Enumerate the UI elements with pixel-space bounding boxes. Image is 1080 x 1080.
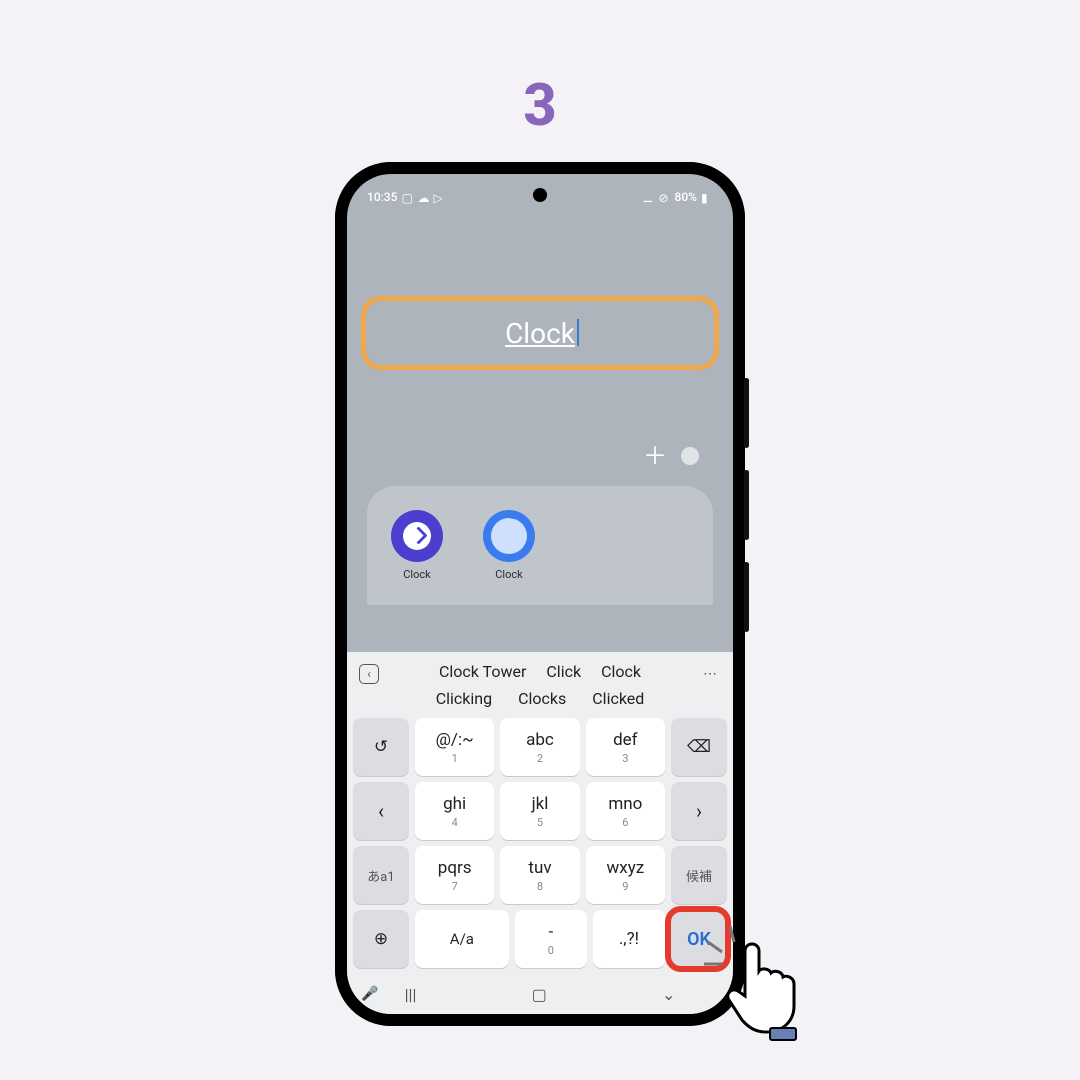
punct-key[interactable]: .,?! [593, 910, 665, 968]
text-caret [577, 319, 579, 346]
cursor-left-key[interactable]: ‹ [353, 782, 409, 840]
key-8[interactable]: tuv8 [500, 846, 579, 904]
dnd-icon: ⊘ [659, 191, 671, 203]
key-0[interactable]: -0 [515, 910, 587, 968]
status-time: 10:35 [367, 190, 397, 204]
key-5[interactable]: jkl5 [500, 782, 579, 840]
key-9[interactable]: wxyz9 [586, 846, 665, 904]
phone-screen: 10:35 ▢ ☁ ▷ ⚊ ⊘ 80% ▮ Clock ＋ [347, 174, 733, 1014]
app-label: Clock [495, 568, 522, 581]
clock-samsung-icon [391, 510, 443, 562]
tap-hand-icon [700, 920, 820, 1050]
suggestion[interactable]: Click [546, 662, 581, 681]
suggestion-more-icon[interactable]: ⋯ [703, 666, 719, 682]
key-3[interactable]: def3 [586, 718, 665, 776]
phone-frame: 10:35 ▢ ☁ ▷ ⚊ ⊘ 80% ▮ Clock ＋ [335, 162, 745, 1026]
image-icon: ▢ [401, 191, 413, 203]
cursor-right-key[interactable]: › [671, 782, 727, 840]
key-2[interactable]: abc2 [500, 718, 579, 776]
suggestion-back-icon[interactable]: ‹ [359, 664, 379, 684]
keyboard: ‹ Clock Tower Click Clock ⋯ Clicking Clo… [347, 652, 733, 1014]
key-grid: ↺ @/:~1 abc2 def3 ⌫ ‹ ghi4 jkl5 mno6 › あ… [347, 714, 733, 974]
folder-name-input[interactable]: Clock [505, 317, 575, 350]
battery-icon: ▮ [701, 191, 713, 203]
app-label: Clock [403, 568, 430, 581]
cloud-icon: ☁ [417, 191, 429, 203]
key-6[interactable]: mno6 [586, 782, 665, 840]
suggestion[interactable]: Clicking [436, 689, 492, 708]
clock-google-icon [483, 510, 535, 562]
suggestion[interactable]: Clocks [518, 689, 566, 708]
recents-icon[interactable]: ||| [405, 985, 417, 1004]
suggestion[interactable]: Clock [601, 662, 641, 681]
wifi-icon: ⚊ [643, 191, 655, 203]
folder-color-picker[interactable] [681, 447, 699, 465]
back-icon[interactable]: ⌄ [662, 985, 675, 1004]
battery-text: 80% [675, 190, 697, 204]
backspace-key[interactable]: ⌫ [671, 718, 727, 776]
globe-key[interactable]: ⊕ [353, 910, 409, 968]
suggestion[interactable]: Clicked [592, 689, 644, 708]
key-7[interactable]: pqrs7 [415, 846, 494, 904]
home-icon[interactable]: ▢ [532, 985, 547, 1004]
play-icon: ▷ [433, 191, 445, 203]
suggestion[interactable]: Clock Tower [439, 662, 526, 681]
key-1[interactable]: @/:~1 [415, 718, 494, 776]
camera-notch [533, 188, 547, 202]
app-item[interactable]: Clock [477, 510, 541, 581]
undo-key[interactable]: ↺ [353, 718, 409, 776]
android-navbar: 🎤 ||| ▢ ⌄ [347, 974, 733, 1014]
suggestion-bar: ‹ Clock Tower Click Clock ⋯ Clicking Clo… [347, 652, 733, 714]
app-item[interactable]: Clock [385, 510, 449, 581]
folder-name-highlight: Clock [361, 296, 719, 370]
candidate-key[interactable]: 候補 [671, 846, 727, 904]
folder-actions: ＋ [347, 444, 733, 468]
mode-key[interactable]: あa1 [353, 846, 409, 904]
folder-panel: Clock Clock [367, 486, 713, 605]
folder-name-area: Clock [347, 296, 733, 370]
case-key[interactable]: A/a [415, 910, 509, 968]
step-number: 3 [523, 72, 556, 140]
mic-icon[interactable]: 🎤 [361, 986, 378, 1002]
key-4[interactable]: ghi4 [415, 782, 494, 840]
add-app-icon[interactable]: ＋ [643, 444, 667, 468]
